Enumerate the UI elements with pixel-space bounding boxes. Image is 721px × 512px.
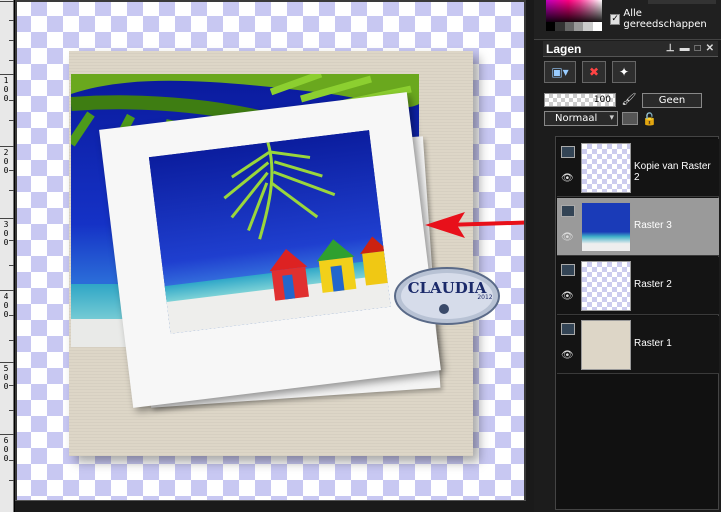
lock-icon[interactable]: 🔓 — [642, 112, 657, 126]
layer-type-icon — [561, 146, 575, 158]
layers-panel-title: Lagen — [546, 41, 582, 56]
layer-name: Raster 2 — [634, 279, 672, 290]
visibility-eye-icon[interactable]: 👁 — [561, 291, 574, 302]
layer-type-icon — [561, 205, 575, 217]
layer-thumbnail — [581, 320, 631, 370]
layer-thumbnail — [581, 202, 631, 252]
ruler-label-600: 600 — [3, 436, 9, 463]
layer-name: Raster 3 — [634, 220, 672, 231]
new-layer-icon: ▣▾ — [551, 65, 569, 79]
delete-layer-icon: ✖ — [588, 65, 600, 79]
all-tools-label: Alle gereedschappen — [623, 8, 707, 30]
ruler-label-400: 400 — [3, 292, 9, 319]
layer-name: Raster 1 — [634, 338, 672, 349]
svg-text:2012: 2012 — [477, 294, 492, 301]
wand-icon: ✦ — [618, 65, 630, 79]
minimize-icon[interactable]: ▬ — [680, 43, 690, 54]
blend-mode-select[interactable]: Normaal — [544, 111, 618, 126]
visibility-eye-icon[interactable]: 👁 — [561, 232, 574, 243]
layer-name: Kopie van Raster 2 — [634, 161, 711, 183]
layer-effects-button[interactable]: ✦ — [612, 61, 636, 83]
polaroid-beach-photo — [148, 130, 391, 334]
pin-icon[interactable]: ⊥ — [666, 43, 675, 54]
claudia-watermark-logo: CLAUDIA 2012 — [394, 267, 500, 325]
canvas-vertical-scrollbar[interactable] — [526, 0, 534, 512]
layer-thumbnail — [581, 143, 631, 193]
layer-mask-icon[interactable] — [622, 112, 638, 125]
all-tools-checkbox-row[interactable]: ✓ Alle gereedschappen — [610, 8, 721, 30]
layer-row-kopie-raster-2[interactable]: 👁 Kopie van Raster 2 — [557, 139, 719, 197]
layer-thumbnail — [581, 261, 631, 311]
layer-row-raster-2[interactable]: 👁 Raster 2 — [557, 257, 719, 315]
polaroid-frame — [99, 92, 441, 408]
maximize-icon[interactable]: □ — [695, 43, 701, 54]
all-tools-checkbox[interactable]: ✓ — [610, 13, 621, 25]
color-picker-swatch[interactable] — [546, 0, 602, 22]
canvas-horizontal-scrollbar[interactable] — [15, 500, 526, 512]
panel-top-buttons[interactable] — [648, 0, 716, 4]
vertical-ruler: 100 200 300 400 500 600 — [0, 0, 14, 512]
layer-row-raster-1[interactable]: 👁 Raster 1 — [557, 316, 719, 374]
new-layer-button[interactable]: ▣▾ — [544, 61, 576, 83]
mask-none-button[interactable]: Geen — [642, 92, 702, 108]
image-canvas[interactable]: CLAUDIA 2012 — [15, 0, 526, 512]
ruler-label-100: 100 — [3, 76, 9, 103]
brush-icon[interactable]: 🖌 — [620, 92, 638, 108]
ruler-label-500: 500 — [3, 364, 9, 391]
layers-toolbar: ▣▾ ✖ ✦ — [544, 60, 719, 84]
grayscale-chips[interactable] — [546, 22, 602, 31]
ruler-label-300: 300 — [3, 220, 9, 247]
close-icon[interactable]: ✕ — [706, 43, 714, 54]
opacity-input[interactable]: 100 — [544, 93, 616, 107]
layer-type-icon — [561, 323, 575, 335]
svg-text:CLAUDIA: CLAUDIA — [408, 279, 487, 297]
pointer-arrow — [425, 212, 526, 238]
layer-row-raster-3[interactable]: 👁 Raster 3 — [557, 198, 719, 256]
layers-list[interactable]: 👁 Kopie van Raster 2 👁 Raster 3 👁 Raster… — [555, 136, 719, 510]
ruler-label-200: 200 — [3, 148, 9, 175]
layers-panel-header: Lagen ⊥ ▬ □ ✕ — [543, 41, 718, 57]
visibility-eye-icon[interactable]: 👁 — [561, 350, 574, 361]
visibility-eye-icon[interactable]: 👁 — [561, 173, 574, 184]
layer-type-icon — [561, 264, 575, 276]
delete-layer-button[interactable]: ✖ — [582, 61, 606, 83]
